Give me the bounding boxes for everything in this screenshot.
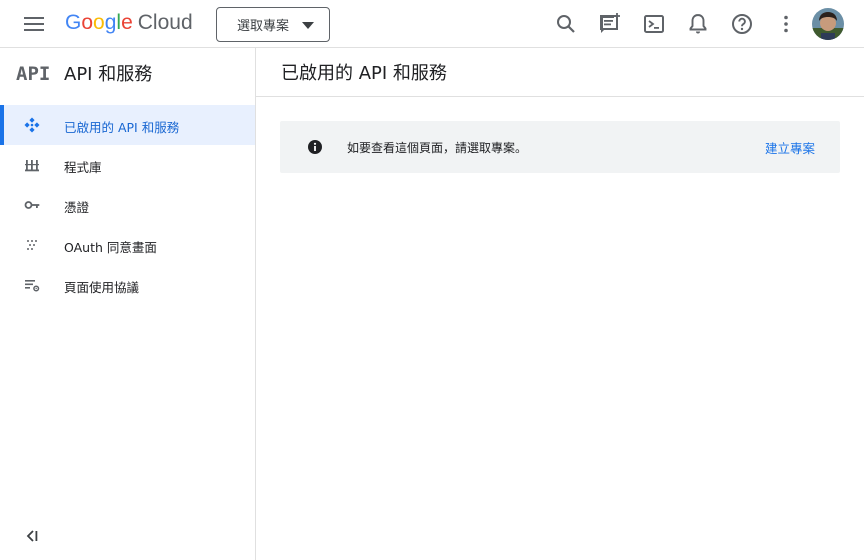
api-logo-icon: API	[16, 63, 50, 84]
page-title-bar: 已啟用的 API 和服務	[256, 48, 864, 97]
menu-icon[interactable]	[22, 13, 46, 35]
sidebar-item-enabled-apis[interactable]: 已啟用的 API 和服務	[0, 105, 255, 145]
sidebar-item-label: 程式庫	[64, 160, 102, 175]
logo-google: Google	[65, 11, 133, 34]
caret-down-icon	[302, 22, 314, 29]
main-content: 已啟用的 API 和服務 如要查看這個頁面，請選取專案。 建立專案	[256, 48, 864, 560]
sidebar-item-label: 憑證	[64, 200, 90, 215]
key-icon	[24, 201, 40, 209]
sidebar-item-label: OAuth 同意畫面	[64, 240, 157, 255]
api-logo-text: API	[16, 63, 50, 84]
project-picker-button[interactable]: 選取專案	[216, 7, 330, 42]
sidebar-item-label: 已啟用的 API 和服務	[64, 120, 180, 135]
banner-text: 如要查看這個頁面，請選取專案。	[347, 141, 528, 155]
notifications-icon[interactable]	[686, 12, 710, 36]
logo-cloud: Cloud	[137, 11, 193, 34]
page-title: 已啟用的 API 和服務	[281, 63, 447, 84]
create-project-link[interactable]: 建立專案	[765, 138, 815, 157]
oauth-dots-icon	[27, 240, 37, 250]
library-icon	[25, 160, 39, 172]
sidebar-item-credentials[interactable]: 憑證	[0, 185, 255, 225]
search-icon[interactable]	[554, 12, 578, 36]
google-cloud-logo[interactable]: Google Cloud	[65, 11, 193, 35]
feedback-icon[interactable]	[598, 12, 622, 36]
api-diamond-icon	[24, 117, 40, 133]
collapse-left-icon[interactable]	[24, 528, 40, 544]
sidebar-item-label: 頁面使用協議	[64, 280, 140, 295]
sidebar-nav: 已啟用的 API 和服務 程式庫 憑證 OAuth 同意畫面 頁面使用協議	[0, 105, 255, 305]
top-bar: Google Cloud 選取專案	[0, 0, 864, 48]
sidebar-item-oauth-consent[interactable]: OAuth 同意畫面	[0, 225, 255, 265]
info-icon	[308, 140, 322, 154]
sidebar: API API 和服務 已啟用的 API 和服務 程式庫 憑證 OAuth 同意…	[0, 48, 256, 560]
cloud-shell-icon[interactable]	[642, 12, 666, 36]
settings-list-icon	[25, 280, 40, 292]
sidebar-header: API API 和服務	[0, 48, 255, 97]
sidebar-item-library[interactable]: 程式庫	[0, 145, 255, 185]
more-vert-icon[interactable]	[774, 12, 798, 36]
avatar[interactable]	[812, 8, 844, 40]
help-icon[interactable]	[730, 12, 754, 36]
sidebar-title: API 和服務	[64, 63, 153, 85]
select-project-banner: 如要查看這個頁面，請選取專案。 建立專案	[280, 121, 840, 173]
sidebar-item-page-usage-agreements[interactable]: 頁面使用協議	[0, 265, 255, 305]
project-picker-label: 選取專案	[237, 19, 290, 34]
